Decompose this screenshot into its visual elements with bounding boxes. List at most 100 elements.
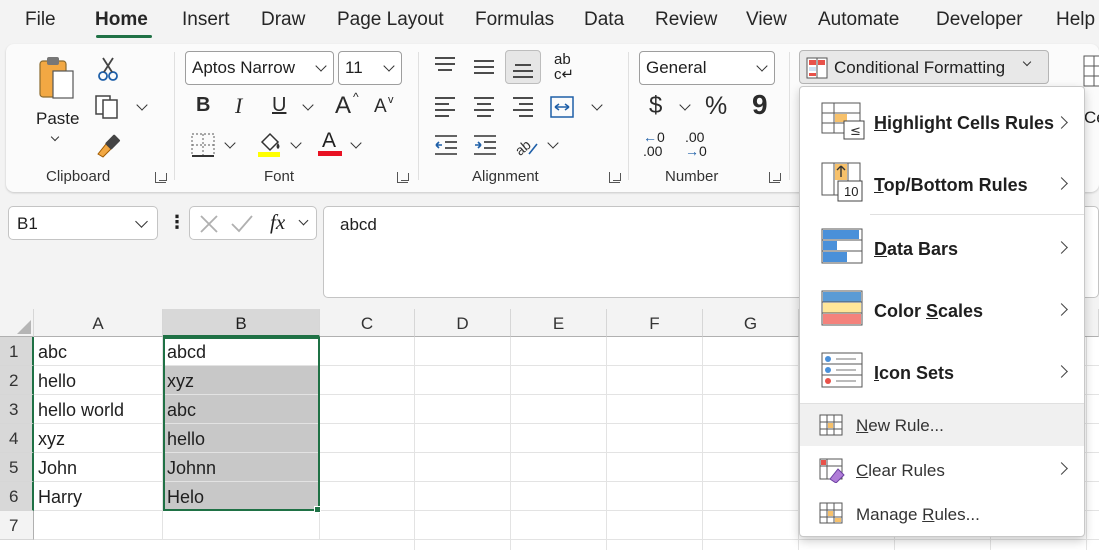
italic-button[interactable]: I <box>235 95 242 117</box>
column-header[interactable]: D <box>415 309 511 337</box>
cell-b3[interactable]: abc <box>163 395 320 424</box>
row-header[interactable]: 1 <box>0 337 34 366</box>
column-header[interactable]: E <box>511 309 607 337</box>
paste-button[interactable]: Paste <box>30 54 80 154</box>
tab-help[interactable]: Help <box>1056 9 1095 31</box>
fill-color-icon[interactable] <box>256 130 284 158</box>
tab-formulas[interactable]: Formulas <box>475 9 554 31</box>
tab-home[interactable]: Home <box>95 9 148 31</box>
column-header[interactable]: B <box>163 309 320 337</box>
cell-a3[interactable]: hello world <box>34 395 163 424</box>
decrease-decimal-button[interactable]: .00 →0 <box>685 130 715 160</box>
chevron-down-icon[interactable] <box>591 99 603 111</box>
menu-item-data-bars[interactable]: Data Bars <box>800 217 1084 279</box>
cell-a1[interactable]: abc <box>34 337 163 366</box>
tab-automate[interactable]: Automate <box>818 9 899 31</box>
cell-a5[interactable]: John <box>34 453 163 482</box>
menu-item-highlight-cells-rules[interactable]: ≤ Highlight Cells Rules <box>800 93 1084 153</box>
align-right-icon[interactable] <box>511 96 535 118</box>
cell-a2[interactable]: hello <box>34 366 163 395</box>
merge-center-icon[interactable] <box>549 95 575 119</box>
insert-function-button[interactable]: fx <box>270 210 285 235</box>
tab-file[interactable]: File <box>25 9 56 31</box>
cancel-icon[interactable] <box>198 213 220 235</box>
align-center-icon[interactable] <box>472 96 496 118</box>
align-middle-icon[interactable] <box>472 58 496 78</box>
row-header[interactable]: 3 <box>0 395 34 424</box>
font-size-select[interactable]: 11 <box>338 51 402 85</box>
number-format-select[interactable]: General <box>639 51 775 85</box>
font-name-select[interactable]: Aptos Narrow <box>185 51 334 85</box>
menu-item-clear-rules[interactable]: Clear Rules <box>800 448 1084 490</box>
chevron-down-icon[interactable] <box>224 137 236 149</box>
tab-view[interactable]: View <box>746 9 787 31</box>
tab-draw[interactable]: Draw <box>261 9 305 31</box>
cell-a4[interactable]: xyz <box>34 424 163 453</box>
dialog-launcher-icon[interactable] <box>609 171 622 183</box>
enter-check-icon[interactable] <box>230 213 254 235</box>
tab-data[interactable]: Data <box>584 9 624 31</box>
format-painter-icon[interactable] <box>94 132 122 158</box>
tab-review[interactable]: Review <box>655 9 717 31</box>
percent-button[interactable]: % <box>705 94 727 119</box>
copy-icon[interactable] <box>94 94 122 120</box>
cell-b1[interactable]: abcd <box>163 337 320 366</box>
currency-button[interactable]: $ <box>649 94 662 118</box>
conditional-formatting-button[interactable]: Conditional Formatting <box>799 50 1049 84</box>
font-color-button[interactable]: A <box>316 129 344 159</box>
tab-page-layout[interactable]: Page Layout <box>337 9 444 31</box>
borders-icon[interactable] <box>190 132 216 158</box>
increase-font-size-button[interactable]: A <box>335 94 351 118</box>
cell-a7[interactable] <box>34 511 163 540</box>
cell-a6[interactable]: Harry <box>34 482 163 511</box>
chevron-down-icon[interactable] <box>302 99 314 111</box>
row-header[interactable]: 2 <box>0 366 34 395</box>
chevron-down-icon[interactable] <box>290 137 302 149</box>
row-header[interactable]: 4 <box>0 424 34 453</box>
row-header[interactable]: 7 <box>0 511 34 540</box>
align-top-icon[interactable] <box>433 56 457 76</box>
chevron-down-icon[interactable] <box>298 215 309 226</box>
chevron-down-icon[interactable] <box>136 99 148 111</box>
row-header[interactable]: 5 <box>0 453 34 482</box>
orientation-icon[interactable]: ab <box>511 132 539 158</box>
decrease-font-size-button[interactable]: A <box>374 97 387 116</box>
tab-developer[interactable]: Developer <box>936 9 1023 31</box>
cut-icon[interactable] <box>96 56 120 82</box>
dialog-launcher-icon[interactable] <box>155 171 168 183</box>
column-header[interactable]: C <box>320 309 415 337</box>
cell-b2[interactable]: xyz <box>163 366 320 395</box>
menu-item-manage-rules[interactable]: Manage Rules... <box>800 492 1084 534</box>
chevron-down-icon[interactable] <box>547 137 559 149</box>
column-header[interactable]: A <box>34 309 163 337</box>
increase-decimal-button[interactable]: ←0.00 <box>643 130 673 160</box>
bold-button[interactable]: B <box>196 95 210 115</box>
column-header[interactable]: F <box>607 309 703 337</box>
dialog-launcher-icon[interactable] <box>769 171 782 183</box>
align-bottom-button[interactable] <box>505 50 541 84</box>
tab-insert[interactable]: Insert <box>182 9 230 31</box>
wrap-text-button[interactable]: ab c↵ <box>552 51 576 83</box>
select-all-corner[interactable] <box>0 309 34 337</box>
align-left-icon[interactable] <box>433 96 457 118</box>
cell-b5[interactable]: Johnn <box>163 453 320 482</box>
underline-button[interactable]: U <box>272 95 286 115</box>
row-header[interactable]: 6 <box>0 482 34 511</box>
fill-handle[interactable] <box>314 506 321 513</box>
name-box[interactable]: B1 <box>8 206 158 240</box>
chevron-down-icon[interactable] <box>679 99 691 111</box>
increase-indent-icon[interactable] <box>472 134 498 156</box>
menu-item-top-bottom-rules[interactable]: 10 Top/Bottom Rules <box>800 153 1084 215</box>
dialog-launcher-icon[interactable] <box>397 171 410 183</box>
cell-b4[interactable]: hello <box>163 424 320 453</box>
decrease-indent-icon[interactable] <box>433 134 459 156</box>
cell-b7[interactable] <box>163 511 320 540</box>
comma-style-button[interactable]: 9 <box>752 91 768 119</box>
chevron-down-icon[interactable] <box>350 137 362 149</box>
menu-item-color-scales[interactable]: Color Scales <box>800 279 1084 341</box>
more-options-icon[interactable]: ⋮ <box>168 212 186 236</box>
menu-item-new-rule[interactable]: New Rule... <box>800 404 1084 446</box>
menu-item-icon-sets[interactable]: Icon Sets <box>800 341 1084 403</box>
cell-b6[interactable]: Helo <box>163 482 320 511</box>
column-header[interactable]: G <box>703 309 799 337</box>
